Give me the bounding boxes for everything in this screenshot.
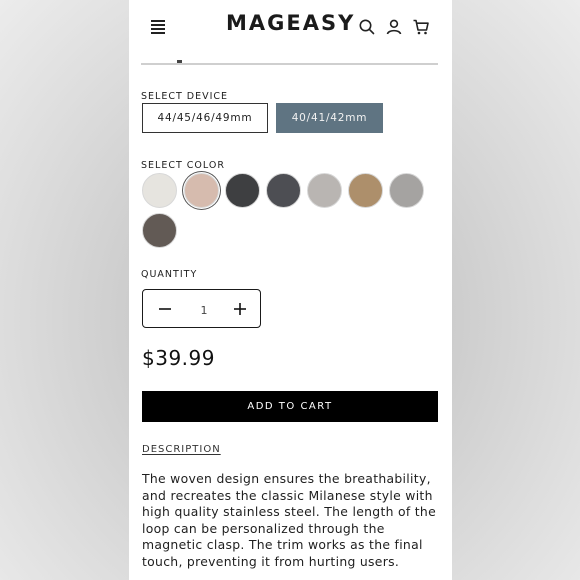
quantity-input[interactable]	[185, 299, 223, 321]
brand-logo[interactable]: MAGEASY	[226, 11, 355, 35]
add-to-cart-button[interactable]: ADD TO CART	[142, 391, 438, 422]
color-swatch[interactable]	[389, 173, 424, 208]
site-header: MAGEASY	[129, 0, 452, 54]
menu-icon[interactable]	[151, 20, 165, 34]
color-swatch[interactable]	[225, 173, 260, 208]
color-swatch[interactable]	[142, 213, 177, 248]
product-price: $39.99	[142, 346, 215, 370]
color-swatch[interactable]	[307, 173, 342, 208]
color-swatch[interactable]	[348, 173, 383, 208]
quantity-stepper	[142, 289, 261, 328]
section-divider	[141, 63, 438, 65]
color-swatch[interactable]	[184, 173, 219, 208]
account-icon[interactable]	[385, 18, 403, 36]
description-tab[interactable]: DESCRIPTION	[142, 444, 221, 455]
device-option-44-49mm[interactable]: 44/45/46/49mm	[142, 103, 268, 133]
divider-marker	[177, 60, 182, 63]
color-swatch[interactable]	[266, 173, 301, 208]
select-color-label: SELECT COLOR	[141, 160, 225, 171]
search-icon[interactable]	[358, 18, 376, 36]
quantity-label: QUANTITY	[141, 269, 198, 280]
device-option-40-42mm[interactable]: 40/41/42mm	[276, 103, 383, 133]
plus-icon[interactable]	[232, 301, 248, 317]
cart-icon[interactable]	[412, 18, 430, 36]
color-swatch[interactable]	[142, 173, 177, 208]
select-device-label: SELECT DEVICE	[141, 91, 229, 102]
minus-icon[interactable]	[157, 301, 173, 317]
description-text: The woven design ensures the breathabili…	[142, 471, 437, 569]
product-page: MAGEASY SELECT DEVICE 44/45/46/49mm 40/4…	[129, 0, 452, 580]
